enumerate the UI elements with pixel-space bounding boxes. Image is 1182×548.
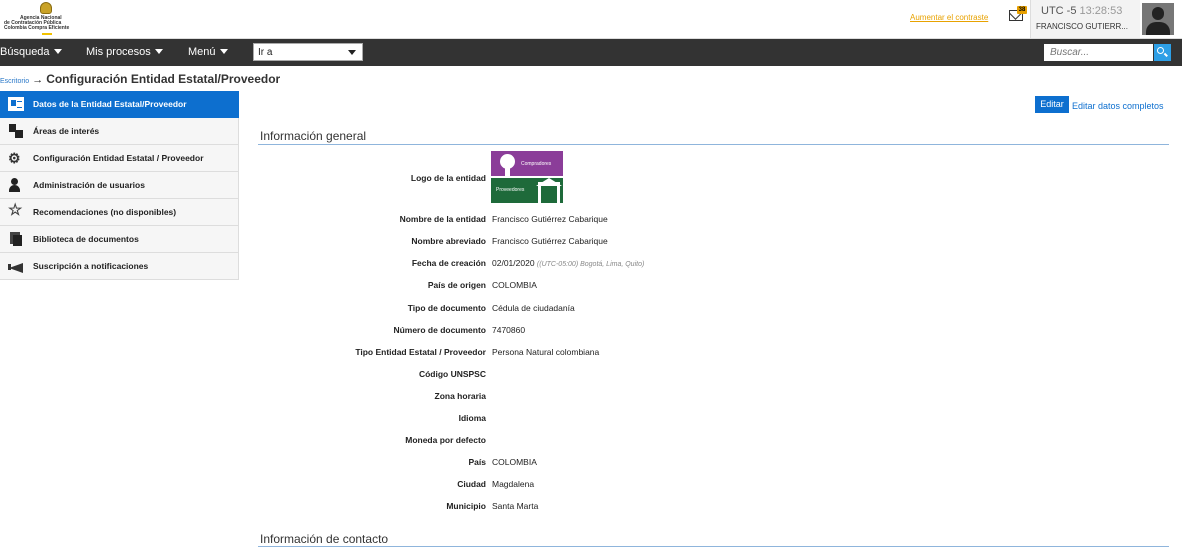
- field-label: Código UNSPSC: [418, 369, 486, 379]
- search-icon: [1157, 47, 1164, 54]
- field-value: Magdalena: [492, 479, 535, 489]
- contact-info-title: Información de contacto: [260, 532, 389, 546]
- breadcrumb-arrow: →: [32, 74, 44, 86]
- avatar[interactable]: [1142, 3, 1174, 35]
- sidebar-item-label: Configuración Entidad Estatal / Proveedo…: [33, 153, 204, 163]
- star-icon: ☆: [8, 202, 23, 219]
- sidebar-item-label: Datos de la Entidad Estatal/Proveedor: [33, 99, 187, 109]
- logo-flag-stripe: [42, 33, 52, 35]
- sidebar-item-biblioteca[interactable]: Biblioteca de documentos: [0, 226, 239, 253]
- logo-suppliers-text: Proveedores: [496, 187, 525, 193]
- nav-busqueda-label: Búsqueda: [0, 46, 50, 58]
- sidebar: Datos de la Entidad Estatal/Proveedor Ár…: [0, 91, 239, 280]
- nav-mis-procesos[interactable]: Mis procesos: [86, 46, 163, 58]
- field-label: Número de documento: [393, 325, 486, 335]
- edit-full-data-link[interactable]: Editar datos completos: [1072, 101, 1164, 111]
- main-nav: Búsqueda Mis procesos Menú: [0, 39, 1182, 66]
- logo-suppliers-band: Proveedores: [491, 178, 563, 203]
- documents-icon: [8, 232, 24, 246]
- add-user-icon: [8, 178, 24, 192]
- field-label: Moneda por defecto: [405, 435, 486, 445]
- field-value: Francisco Gutiérrez Cabarique: [492, 236, 608, 246]
- agency-logo[interactable]: Agencia Nacional de Contratación Pública…: [2, 2, 92, 36]
- field-label: País: [468, 457, 487, 467]
- sidebar-item-label: Suscripción a notificaciones: [33, 261, 149, 271]
- go-to-select-value: Ir a: [258, 47, 273, 58]
- sidebar-item-datos-entidad[interactable]: Datos de la Entidad Estatal/Proveedor: [0, 91, 239, 118]
- field-label: País de origen: [427, 280, 486, 290]
- sidebar-item-usuarios[interactable]: Administración de usuarios: [0, 172, 239, 199]
- sidebar-item-configuracion[interactable]: ⚙ Configuración Entidad Estatal / Provee…: [0, 145, 239, 172]
- megaphone-icon: [8, 259, 24, 273]
- chevron-down-icon: [154, 49, 163, 54]
- user-name[interactable]: FRANCISCO GUTIERR...: [1036, 22, 1128, 31]
- house-icon: [538, 182, 560, 203]
- sidebar-item-recomendaciones[interactable]: ☆ Recomendaciones (no disponibles): [0, 199, 239, 226]
- logo-label: Logo de la entidad: [410, 173, 486, 183]
- contrast-link[interactable]: Aumentar el contraste: [910, 13, 988, 22]
- utc-label: UTC -5: [1041, 5, 1077, 17]
- arrow-up-stem: [505, 161, 510, 176]
- avatar-torso: [1146, 22, 1170, 35]
- clock: 13:28:53: [1079, 5, 1123, 17]
- field-label: Tipo de documento: [407, 303, 486, 313]
- id-card-icon: [8, 97, 24, 111]
- sidebar-item-suscripcion[interactable]: Suscripción a notificaciones: [0, 253, 239, 280]
- entity-logo-image: Compradores Proveedores: [491, 151, 563, 203]
- chevron-down-icon: [53, 49, 62, 54]
- field-label: Nombre de la entidad: [399, 214, 486, 224]
- logo-line-3: Colombia Compra Eficiente: [4, 25, 70, 31]
- search-button[interactable]: [1154, 44, 1171, 61]
- creation-date: 02/01/2020: [492, 258, 535, 268]
- areas-icon: [8, 124, 24, 138]
- sidebar-item-label: Recomendaciones (no disponibles): [33, 207, 177, 217]
- nav-busqueda[interactable]: Búsqueda: [0, 46, 62, 58]
- field-value: 7470860: [492, 325, 526, 335]
- page-title: Configuración Entidad Estatal/Proveedor: [46, 72, 281, 86]
- logo-buyers-band: Compradores: [491, 151, 563, 176]
- sidebar-item-label: Biblioteca de documentos: [33, 234, 139, 244]
- general-info-divider: [258, 144, 1169, 145]
- colombia-crest-icon: [40, 2, 52, 14]
- field-value: Francisco Gutiérrez Cabarique: [492, 214, 608, 224]
- general-info-title: Información general: [260, 129, 367, 143]
- search-input[interactable]: [1044, 44, 1153, 61]
- search-icon-handle: [1164, 52, 1168, 57]
- breadcrumb: Escritorio → Configuración Entidad Estatal…: [0, 72, 280, 86]
- nav-menu[interactable]: Menú: [188, 46, 228, 58]
- field-label: Fecha de creación: [411, 258, 486, 268]
- nav-menu-label: Menú: [188, 46, 216, 58]
- go-to-select[interactable]: Ir a: [253, 43, 363, 61]
- field-label: Idioma: [458, 413, 486, 423]
- sidebar-item-areas-interes[interactable]: Áreas de interés: [0, 118, 239, 145]
- field-value-date: 02/01/2020 ((UTC-05:00) Bogotá, Lima, Qu…: [492, 258, 644, 268]
- field-value: Santa Marta: [492, 501, 539, 511]
- field-label: Municipio: [446, 501, 486, 511]
- field-label: Nombre abreviado: [411, 236, 486, 246]
- field-label: Zona horaria: [434, 391, 486, 401]
- contact-info-divider: [258, 546, 1169, 547]
- avatar-head: [1152, 7, 1164, 20]
- logo-buyers-text: Compradores: [521, 161, 552, 167]
- breadcrumb-home-link[interactable]: Escritorio: [0, 78, 29, 85]
- field-label: Tipo Entidad Estatal / Proveedor: [355, 347, 486, 357]
- edit-button[interactable]: Editar: [1035, 96, 1069, 113]
- nav-mis-procesos-label: Mis procesos: [86, 46, 151, 58]
- field-value: COLOMBIA: [492, 280, 537, 290]
- field-value: COLOMBIA: [492, 457, 537, 467]
- field-label: Ciudad: [457, 479, 486, 489]
- field-value: Persona Natural colombiana: [492, 347, 600, 357]
- top-bar: Agencia Nacional de Contratación Pública…: [0, 0, 1182, 39]
- sidebar-item-label: Administración de usuarios: [33, 180, 145, 190]
- gears-icon: ⚙: [8, 150, 21, 166]
- chevron-down-icon: [219, 49, 228, 54]
- mail-count-badge: 38: [1017, 6, 1027, 14]
- chevron-down-icon: [348, 50, 356, 55]
- timezone-note: ((UTC-05:00) Bogotá, Lima, Quito): [536, 261, 645, 268]
- time-display: UTC -5 13:28:53: [1041, 5, 1122, 17]
- field-value: Cédula de ciudadanía: [492, 303, 575, 313]
- sidebar-item-label: Áreas de interés: [33, 126, 100, 136]
